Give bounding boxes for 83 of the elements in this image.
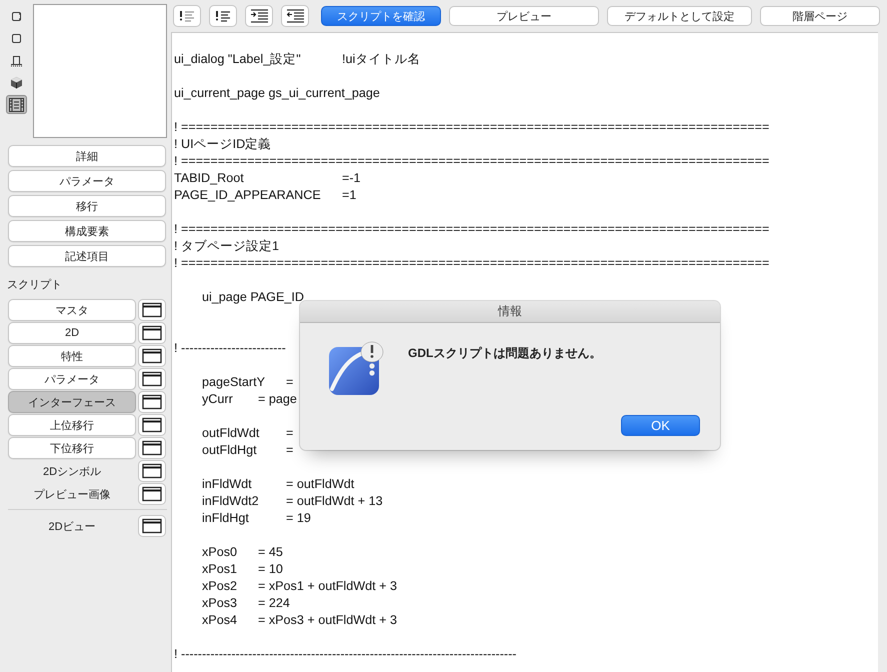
code-line: ! ================================================================================ bbox=[174, 255, 770, 272]
window-icon bbox=[142, 518, 162, 534]
code-line: inFldWdt = outFldWdt bbox=[201, 476, 354, 493]
code-line: ! ================================================================================ bbox=[174, 119, 770, 136]
open-window-button[interactable] bbox=[138, 414, 166, 436]
section-label: スクリプト bbox=[7, 278, 63, 291]
window-icon bbox=[142, 394, 162, 410]
window-icon bbox=[142, 486, 162, 502]
uncomment-button[interactable] bbox=[209, 5, 237, 27]
view-button[interactable] bbox=[6, 95, 27, 114]
window-icon bbox=[142, 348, 162, 364]
open-window-button[interactable] bbox=[138, 460, 166, 482]
square-icon bbox=[10, 32, 23, 45]
outdent-button[interactable] bbox=[281, 5, 309, 27]
code-line: outFldWdt = bbox=[201, 425, 294, 442]
uncomment-icon bbox=[214, 8, 232, 24]
toolbar-button[interactable]: スクリプトを確認 bbox=[321, 6, 441, 26]
code-line: outFldHgt = bbox=[201, 442, 294, 459]
window-icon bbox=[142, 463, 162, 479]
sidebar-button[interactable]: 詳細 bbox=[8, 145, 166, 167]
film-strip-icon bbox=[8, 96, 25, 112]
window-icon bbox=[142, 371, 162, 387]
cube-icon bbox=[10, 76, 23, 89]
open-window-button[interactable] bbox=[138, 322, 166, 344]
code-line: ! ================================================================================ bbox=[174, 153, 770, 170]
code-line: ! -------------------------------------------------------------------------------- bbox=[174, 646, 517, 663]
script-button[interactable]: プレビュー画像 bbox=[8, 483, 136, 505]
code-line: xPos2 = xPos1 + outFldWdt + 3 bbox=[201, 578, 397, 595]
code-line: xPos3 = 224 bbox=[201, 595, 290, 612]
code-line: yCurr = page bbox=[201, 391, 297, 408]
script-button[interactable]: 特性 bbox=[8, 345, 136, 367]
code-line: ! ================================================================================ bbox=[174, 221, 770, 238]
sidebar-button[interactable]: 移行 bbox=[8, 195, 166, 217]
script-button[interactable]: 2D bbox=[8, 322, 136, 344]
dialog-title: 情報 bbox=[498, 303, 522, 320]
open-window-button[interactable] bbox=[138, 483, 166, 505]
script-button[interactable]: 2Dシンボル bbox=[8, 460, 136, 482]
code-line: pageStartY = bbox=[201, 374, 294, 391]
ok-button[interactable]: OK bbox=[621, 415, 700, 436]
frame-icon bbox=[10, 10, 23, 23]
script-button[interactable]: 上位移行 bbox=[8, 414, 136, 436]
sidebar-button[interactable]: パラメータ bbox=[8, 170, 166, 192]
script-button[interactable]: マスタ bbox=[8, 299, 136, 321]
comment-icon bbox=[178, 8, 196, 24]
code-line: TABID_Root =-1 bbox=[174, 170, 361, 187]
open-window-button[interactable] bbox=[138, 515, 166, 537]
window-icon bbox=[142, 302, 162, 318]
toolbar-button[interactable]: デフォルトとして設定 bbox=[607, 6, 752, 26]
code-line: ! UIページID定義 bbox=[174, 136, 272, 153]
open-window-button[interactable] bbox=[138, 368, 166, 390]
code-line: xPos1 = 10 bbox=[201, 561, 283, 578]
outdent-icon bbox=[286, 8, 304, 24]
script-button[interactable]: 2Dビュー bbox=[8, 515, 136, 537]
script-button[interactable]: インターフェース bbox=[8, 391, 136, 413]
open-window-button[interactable] bbox=[138, 437, 166, 459]
window-icon bbox=[142, 417, 162, 433]
code-line: inFldWdt2 = outFldWdt + 13 bbox=[201, 493, 383, 510]
code-line: xPos4 = xPos3 + outFldWdt + 3 bbox=[201, 612, 397, 629]
window-icon bbox=[142, 440, 162, 456]
code-line: ! ------------------------- bbox=[174, 340, 286, 357]
comment-button[interactable] bbox=[173, 5, 201, 27]
script-button[interactable]: 下位移行 bbox=[8, 437, 136, 459]
code-line: ui_page PAGE_ID bbox=[201, 289, 304, 306]
app-alert-icon bbox=[328, 341, 386, 397]
open-window-button[interactable] bbox=[138, 391, 166, 413]
code-line: PAGE_ID_APPEARANCE =1 bbox=[174, 187, 356, 204]
code-line: ! タブページ設定1 bbox=[174, 238, 280, 255]
dialog-message: GDLスクリプトは問題ありません。 bbox=[408, 345, 602, 362]
code-line: xPos0 = 45 bbox=[201, 544, 283, 561]
script-button[interactable]: パラメータ bbox=[8, 368, 136, 390]
toolbar-button[interactable]: 階層ページ bbox=[760, 6, 880, 26]
code-line: ui_current_page gs_ui_current_page bbox=[174, 85, 380, 102]
indent-button[interactable] bbox=[245, 5, 273, 27]
table-icon bbox=[10, 54, 23, 67]
sidebar-button[interactable]: 記述項目 bbox=[8, 245, 166, 267]
window-icon bbox=[142, 325, 162, 341]
toolbar-button[interactable]: プレビュー bbox=[449, 6, 599, 26]
open-window-button[interactable] bbox=[138, 299, 166, 321]
code-line: inFldHgt = 19 bbox=[201, 510, 311, 527]
open-window-button[interactable] bbox=[138, 345, 166, 367]
sidebar-button[interactable]: 構成要素 bbox=[8, 220, 166, 242]
code-line: ui_dialog "Label_設定" !uiタイトル名 bbox=[174, 51, 420, 68]
indent-icon bbox=[250, 8, 268, 24]
